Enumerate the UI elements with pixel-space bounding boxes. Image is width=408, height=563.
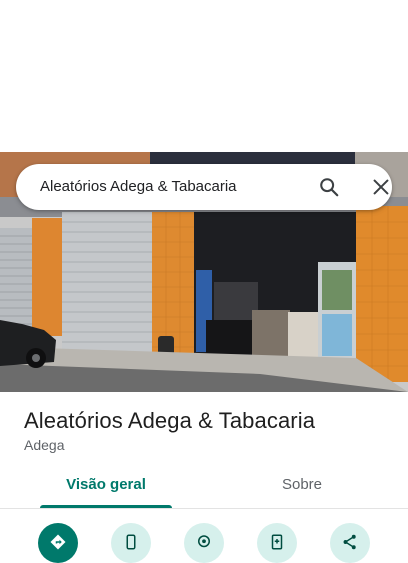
close-icon[interactable] xyxy=(370,176,392,198)
directions-button[interactable] xyxy=(38,523,78,563)
search-query-text[interactable]: Aleatórios Adega & Tabacaria xyxy=(40,164,237,210)
place-title: Aleatórios Adega & Tabacaria xyxy=(24,408,316,433)
map-blank-area xyxy=(0,0,408,152)
share-icon xyxy=(343,534,356,550)
search-icon[interactable] xyxy=(318,176,340,198)
place-category: Adega xyxy=(24,437,65,453)
save-bookmark-icon xyxy=(271,534,283,550)
active-tab-indicator xyxy=(40,505,172,508)
share-button[interactable] xyxy=(330,523,370,563)
tab-overview[interactable]: Visão geral xyxy=(40,468,172,508)
tab-about[interactable]: Sobre xyxy=(236,468,368,508)
phone-icon xyxy=(126,534,136,550)
save-button[interactable] xyxy=(257,523,297,563)
nearby-button[interactable] xyxy=(184,523,224,563)
call-button[interactable] xyxy=(111,523,151,563)
location-pin-icon xyxy=(198,535,210,548)
search-bar[interactable]: Aleatórios Adega & Tabacaria xyxy=(16,164,392,210)
directions-icon xyxy=(50,534,66,550)
tab-bar: Visão geral Sobre xyxy=(0,468,408,509)
